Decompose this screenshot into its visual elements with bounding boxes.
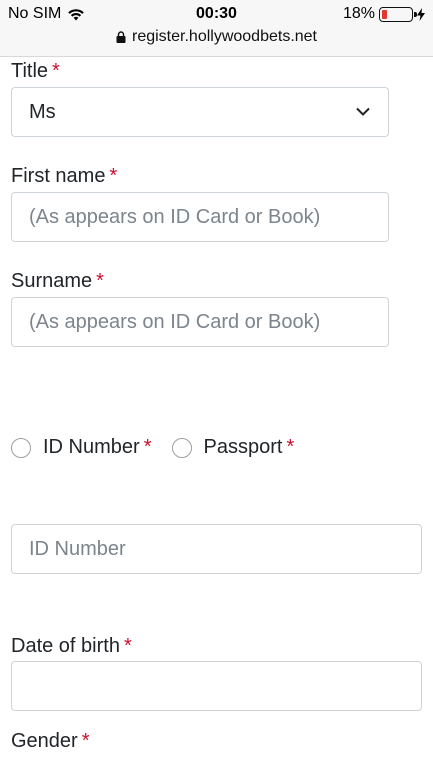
required-asterisk: *: [96, 270, 104, 292]
id-type-radio-group: ID Number * Passport *: [11, 436, 314, 459]
battery-icon: [379, 6, 417, 22]
required-asterisk: *: [143, 436, 152, 458]
passport-radio[interactable]: [171, 437, 192, 458]
first-name-input[interactable]: (As appears on ID Card or Book): [11, 192, 389, 242]
battery-level: [382, 9, 387, 19]
surname-input[interactable]: (As appears on ID Card or Book): [11, 297, 389, 347]
lock-icon: [116, 31, 126, 43]
status-bar: No SIM 00:30 18% register.hollywoodbets.…: [0, 0, 433, 57]
registration-page: No SIM 00:30 18% register.hollywoodbets.…: [0, 0, 433, 767]
title-select[interactable]: Ms: [11, 87, 389, 137]
chevron-down-icon: [356, 107, 370, 116]
id-number-radio[interactable]: [11, 437, 31, 458]
required-asterisk: *: [123, 635, 132, 657]
gender-label: Gender *: [11, 730, 90, 752]
passport-radio-option[interactable]: Passport *: [171, 436, 295, 459]
required-asterisk: *: [81, 730, 90, 752]
date-of-birth-label: Date of birth *: [11, 635, 132, 657]
surname-label: Surname *: [11, 270, 104, 292]
title-label: Title *: [11, 60, 60, 82]
date-of-birth-input[interactable]: [11, 661, 422, 711]
title-select-value: Ms: [29, 100, 56, 123]
status-right: 18%: [343, 5, 425, 23]
id-number-placeholder: ID Number: [29, 537, 126, 560]
battery-percent: 18%: [342, 5, 375, 22]
charging-bolt-icon: [417, 7, 425, 21]
url-text: register.hollywoodbets.net: [132, 28, 317, 45]
required-asterisk: *: [109, 165, 118, 187]
id-number-radio-option[interactable]: ID Number *: [11, 436, 152, 459]
first-name-label: First name *: [11, 165, 118, 187]
address-bar[interactable]: register.hollywoodbets.net: [0, 28, 433, 46]
first-name-placeholder: (As appears on ID Card or Book): [29, 205, 321, 228]
surname-placeholder: (As appears on ID Card or Book): [29, 310, 321, 333]
required-asterisk: *: [286, 436, 295, 458]
required-asterisk: *: [52, 60, 60, 82]
id-number-input[interactable]: ID Number: [11, 524, 422, 574]
